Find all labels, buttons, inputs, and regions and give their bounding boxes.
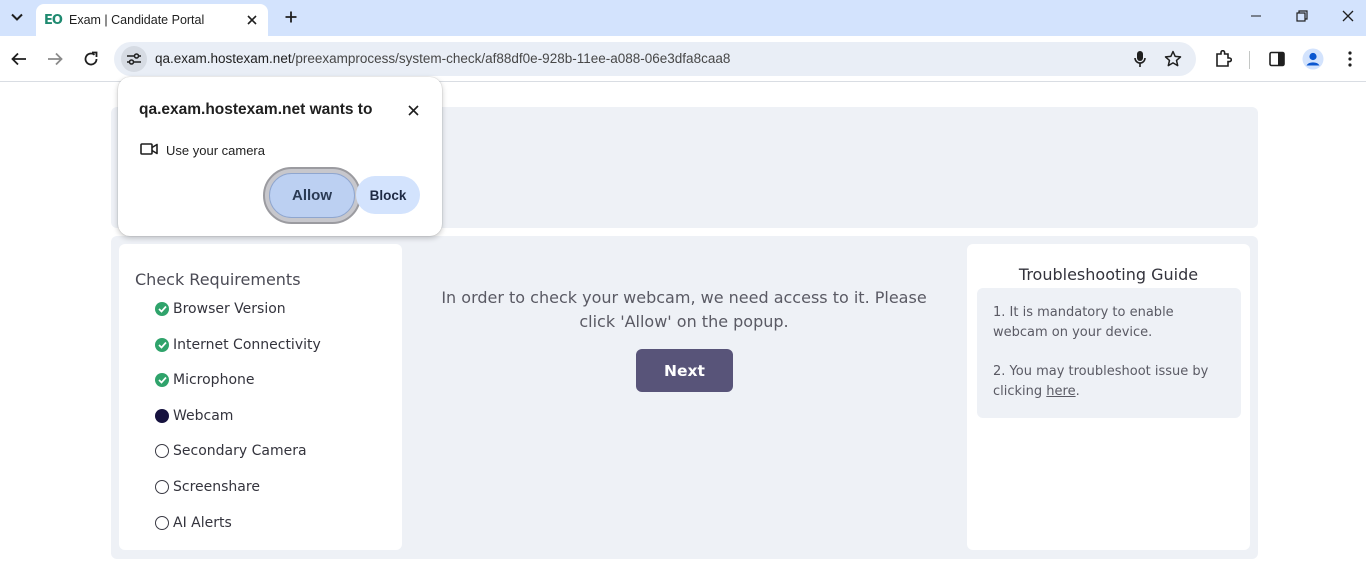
check-icon — [155, 302, 169, 316]
requirement-label: Microphone — [173, 372, 255, 388]
tip-mandatory-webcam: 1. It is mandatory to enable webcam on y… — [993, 305, 1174, 340]
requirement-secondary-camera: Secondary Camera — [155, 441, 307, 461]
webcam-check-area: In order to check your webcam, we need a… — [401, 236, 967, 559]
requirement-label: Browser Version — [173, 301, 286, 317]
side-panel-icon[interactable] — [1263, 45, 1291, 73]
profile-icon[interactable] — [1299, 45, 1327, 73]
requirement-label: Screenshare — [173, 479, 260, 495]
block-button[interactable]: Block — [356, 176, 420, 214]
tab-strip: EO Exam | Candidate Portal — [0, 0, 1366, 36]
empty-circle-icon — [155, 480, 169, 494]
new-tab-icon[interactable] — [277, 4, 305, 30]
tip-text: 2. You may troubleshoot issue by clickin… — [993, 364, 1209, 399]
menu-icon[interactable] — [1336, 45, 1364, 73]
troubleshoot-here-link[interactable]: here — [1046, 384, 1075, 399]
url-path: /preexamprocess/system-check/af88df0e-92… — [291, 51, 731, 66]
check-icon — [155, 338, 169, 352]
minimize-icon[interactable] — [1233, 0, 1279, 32]
requirement-label: Webcam — [173, 408, 234, 424]
tip-troubleshoot: 2. You may troubleshoot issue by clickin… — [993, 362, 1227, 401]
empty-circle-icon — [155, 444, 169, 458]
requirements-title: Check Requirements — [135, 270, 301, 289]
extensions-icon[interactable] — [1209, 45, 1237, 73]
close-icon[interactable] — [244, 12, 260, 28]
check-icon — [155, 373, 169, 387]
requirement-label: Secondary Camera — [173, 443, 307, 459]
camera-icon — [140, 141, 158, 160]
permission-label: Use your camera — [166, 143, 265, 158]
bookmark-star-icon[interactable] — [1162, 48, 1184, 70]
requirement-microphone: Microphone — [155, 370, 255, 390]
tip-suffix: . — [1075, 383, 1080, 399]
browser-tab[interactable]: EO Exam | Candidate Portal — [36, 4, 268, 36]
site-info-icon[interactable] — [121, 46, 147, 72]
address-bar[interactable]: qa.exam.hostexam.net/preexamprocess/syst… — [114, 42, 1196, 76]
url-host: qa.exam.hostexam.net — [155, 51, 292, 66]
favicon: EO — [44, 12, 63, 28]
requirement-screenshare: Screenshare — [155, 477, 260, 497]
active-dot-icon — [155, 409, 169, 423]
requirement-label: Internet Connectivity — [173, 337, 321, 353]
camera-permission-popup: qa.exam.hostexam.net wants to Use your c… — [118, 77, 442, 236]
window-close-icon[interactable] — [1325, 0, 1366, 32]
empty-circle-icon — [155, 516, 169, 530]
requirement-webcam: Webcam — [155, 406, 233, 426]
microphone-icon[interactable] — [1129, 48, 1151, 70]
requirement-label: AI Alerts — [173, 515, 232, 531]
allow-button[interactable]: Allow — [269, 173, 355, 218]
tab-title: Exam | Candidate Portal — [69, 13, 205, 27]
requirement-ai-alerts: AI Alerts — [155, 513, 232, 533]
requirements-card: Check Requirements Browser Version Inter… — [119, 244, 402, 550]
toolbar-divider — [1249, 51, 1250, 69]
troubleshooting-tips: 1. It is mandatory to enable webcam on y… — [977, 288, 1241, 418]
reload-icon[interactable] — [77, 45, 105, 73]
requirement-internet-connectivity: Internet Connectivity — [155, 335, 321, 355]
restore-icon[interactable] — [1279, 0, 1325, 32]
back-icon[interactable] — [5, 45, 33, 73]
webcam-access-message: In order to check your webcam, we need a… — [441, 288, 927, 331]
system-check-panel: Check Requirements Browser Version Inter… — [111, 236, 1258, 559]
forward-icon[interactable] — [41, 45, 69, 73]
requirement-browser-version: Browser Version — [155, 299, 286, 319]
browser-toolbar: qa.exam.hostexam.net/preexamprocess/syst… — [0, 36, 1366, 82]
troubleshooting-card: Troubleshooting Guide 1. It is mandatory… — [967, 244, 1250, 550]
close-icon[interactable] — [403, 100, 423, 120]
tab-search-icon[interactable] — [4, 5, 30, 29]
url-text: qa.exam.hostexam.net/preexamprocess/syst… — [155, 51, 730, 66]
camera-permission-row: Use your camera — [140, 141, 265, 160]
next-button[interactable]: Next — [636, 349, 733, 392]
troubleshooting-title: Troubleshooting Guide — [1018, 265, 1199, 284]
popup-title: qa.exam.hostexam.net wants to — [139, 101, 373, 118]
